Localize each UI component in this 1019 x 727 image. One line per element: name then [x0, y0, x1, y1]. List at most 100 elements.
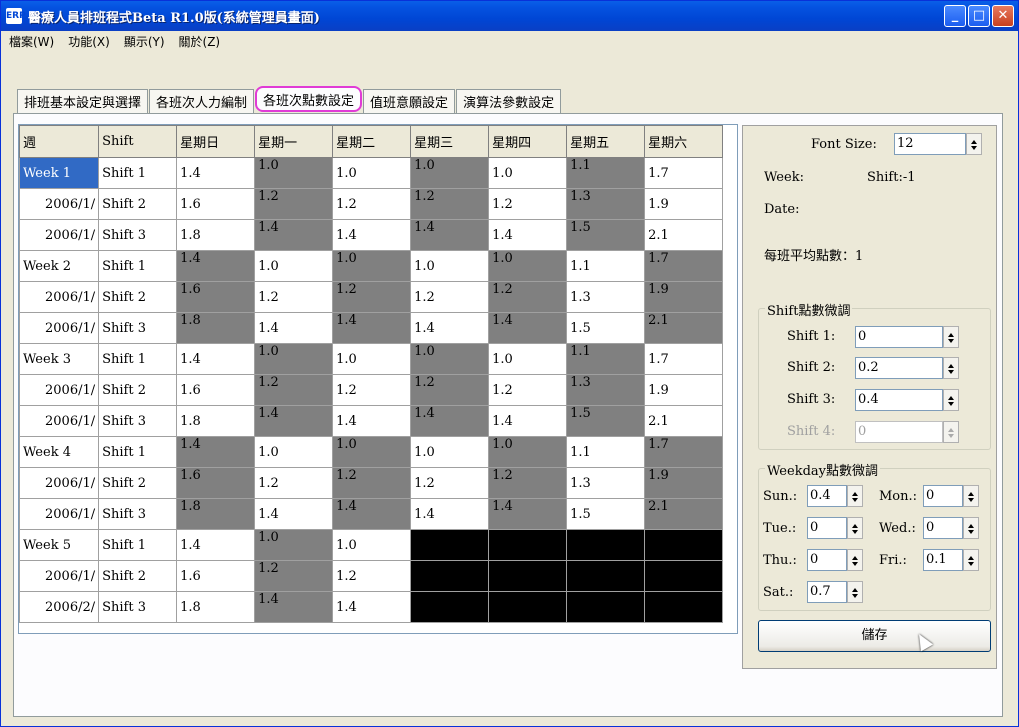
spin-buttons[interactable] — [963, 517, 979, 539]
weekday-adjust-spinner[interactable]: 0 — [807, 517, 863, 539]
points-cell[interactable]: 1.4 — [410, 312, 490, 344]
points-cell[interactable]: 1.0 — [254, 250, 334, 282]
shift-cell[interactable]: Shift 3 — [98, 219, 178, 251]
points-cell[interactable]: 1.4 — [410, 498, 490, 530]
points-cell[interactable]: 1.6 — [176, 281, 256, 313]
shift-cell[interactable]: Shift 2 — [98, 467, 178, 499]
column-header[interactable]: 星期日 — [176, 125, 256, 158]
shift-cell[interactable]: Shift 3 — [98, 591, 178, 623]
points-cell[interactable]: 1.4 — [254, 405, 334, 437]
week-cell[interactable]: Week 3 — [18, 343, 100, 375]
points-cell[interactable]: 1.0 — [410, 343, 490, 375]
shift-adjust-spinner[interactable]: 0 — [855, 421, 959, 443]
points-grid[interactable]: 週 Shift 星期日 星期一 星期二 星期三 星期四 星期五 星期六 Week 1 Shift … — [18, 124, 738, 634]
shift-cell[interactable]: Shift 2 — [98, 560, 178, 592]
week-cell[interactable]: Week 1 — [18, 157, 100, 189]
weekday-adjust-spinner[interactable]: 0 — [807, 549, 863, 571]
shift-adjust-input[interactable]: 0 — [855, 326, 943, 348]
weekday-adjust-input[interactable]: 0.4 — [807, 485, 847, 507]
column-header[interactable]: 星期四 — [488, 125, 568, 158]
points-cell[interactable]: 2.1 — [644, 312, 724, 344]
points-cell[interactable]: 1.0 — [410, 436, 490, 468]
spin-buttons[interactable] — [847, 485, 863, 507]
week-cell[interactable]: 2006/1/ — [18, 312, 100, 344]
points-cell[interactable] — [410, 560, 490, 592]
week-cell[interactable]: 2006/1/ — [18, 188, 100, 220]
weekday-adjust-spinner[interactable]: 0.7 — [807, 581, 863, 603]
points-cell[interactable]: 1.3 — [566, 467, 646, 499]
week-cell[interactable]: 2006/1/ — [18, 281, 100, 313]
points-cell[interactable] — [566, 560, 646, 592]
points-cell[interactable]: 1.9 — [644, 188, 724, 220]
points-cell[interactable]: 1.6 — [176, 560, 256, 592]
points-cell[interactable]: 1.7 — [644, 343, 724, 375]
tab-staffing[interactable]: 各班次人力編制 — [149, 89, 255, 113]
points-cell[interactable]: 1.4 — [488, 312, 568, 344]
week-cell[interactable]: 2006/1/ — [18, 219, 100, 251]
points-cell[interactable]: 1.0 — [332, 529, 412, 561]
points-cell[interactable]: 1.7 — [644, 157, 724, 189]
points-cell[interactable]: 1.6 — [176, 374, 256, 406]
points-cell[interactable]: 1.2 — [332, 188, 412, 220]
shift-cell[interactable]: Shift 3 — [98, 498, 178, 530]
points-cell[interactable]: 1.1 — [566, 157, 646, 189]
menu-file[interactable]: 檔案(W) — [9, 33, 54, 50]
close-button[interactable]: ✕ — [992, 5, 1014, 27]
shift-adjust-input[interactable]: 0 — [855, 421, 943, 443]
shift-cell[interactable]: Shift 1 — [98, 436, 178, 468]
week-cell[interactable]: 2006/1/ — [18, 405, 100, 437]
column-header[interactable]: 星期三 — [410, 125, 490, 158]
points-cell[interactable]: 1.5 — [566, 312, 646, 344]
points-cell[interactable]: 1.2 — [488, 281, 568, 313]
points-cell[interactable]: 1.4 — [332, 405, 412, 437]
points-cell[interactable]: 1.2 — [254, 374, 334, 406]
points-cell[interactable]: 1.4 — [332, 591, 412, 623]
points-cell[interactable]: 1.8 — [176, 405, 256, 437]
shift-cell[interactable]: Shift 1 — [98, 250, 178, 282]
points-cell[interactable]: 1.4 — [176, 250, 256, 282]
points-cell[interactable]: 1.8 — [176, 498, 256, 530]
points-cell[interactable]: 1.1 — [566, 436, 646, 468]
shift-cell[interactable]: Shift 1 — [98, 343, 178, 375]
points-cell[interactable]: 1.1 — [566, 250, 646, 282]
column-header[interactable]: 星期五 — [566, 125, 646, 158]
shift-cell[interactable]: Shift 2 — [98, 281, 178, 313]
weekday-adjust-spinner[interactable]: 0 — [923, 517, 979, 539]
points-cell[interactable]: 1.2 — [488, 374, 568, 406]
tab-duty-preference[interactable]: 值班意願設定 — [363, 89, 456, 113]
points-cell[interactable]: 1.8 — [176, 219, 256, 251]
points-cell[interactable]: 1.4 — [176, 157, 256, 189]
points-cell[interactable]: 1.4 — [488, 219, 568, 251]
menu-function[interactable]: 功能(X) — [68, 33, 110, 50]
weekday-adjust-input[interactable]: 0.1 — [923, 549, 963, 571]
points-cell[interactable]: 1.0 — [254, 343, 334, 375]
points-cell[interactable] — [644, 529, 724, 561]
week-cell[interactable]: 2006/1/ — [18, 560, 100, 592]
points-cell[interactable]: 2.1 — [644, 219, 724, 251]
points-cell[interactable]: 1.2 — [488, 467, 568, 499]
points-cell[interactable]: 1.0 — [410, 157, 490, 189]
points-cell[interactable]: 1.2 — [410, 188, 490, 220]
weekday-adjust-input[interactable]: 0 — [807, 549, 847, 571]
spin-buttons[interactable] — [847, 549, 863, 571]
week-cell[interactable]: Week 4 — [18, 436, 100, 468]
points-cell[interactable]: 1.7 — [644, 250, 724, 282]
points-cell[interactable]: 1.9 — [644, 374, 724, 406]
shift-cell[interactable]: Shift 2 — [98, 188, 178, 220]
shift-adjust-input[interactable]: 0.4 — [855, 389, 943, 411]
weekday-adjust-input[interactable]: 0 — [807, 517, 847, 539]
points-cell[interactable]: 1.4 — [176, 343, 256, 375]
points-cell[interactable]: 1.1 — [566, 343, 646, 375]
points-cell[interactable]: 1.4 — [176, 529, 256, 561]
points-cell[interactable]: 1.2 — [410, 281, 490, 313]
week-cell[interactable]: Week 2 — [18, 250, 100, 282]
points-cell[interactable]: 1.4 — [410, 219, 490, 251]
points-cell[interactable]: 1.4 — [332, 498, 412, 530]
title-bar[interactable]: ERP 醫療人員排班程式Beta R1.0版(系統管理員畫面) _ □ ✕ — [1, 1, 1018, 31]
points-cell[interactable]: 1.4 — [332, 219, 412, 251]
points-cell[interactable] — [566, 591, 646, 623]
column-header[interactable]: Shift — [98, 125, 178, 158]
menu-about[interactable]: 關於(Z) — [179, 33, 221, 50]
column-header[interactable]: 星期六 — [644, 125, 724, 158]
points-cell[interactable]: 1.0 — [410, 250, 490, 282]
